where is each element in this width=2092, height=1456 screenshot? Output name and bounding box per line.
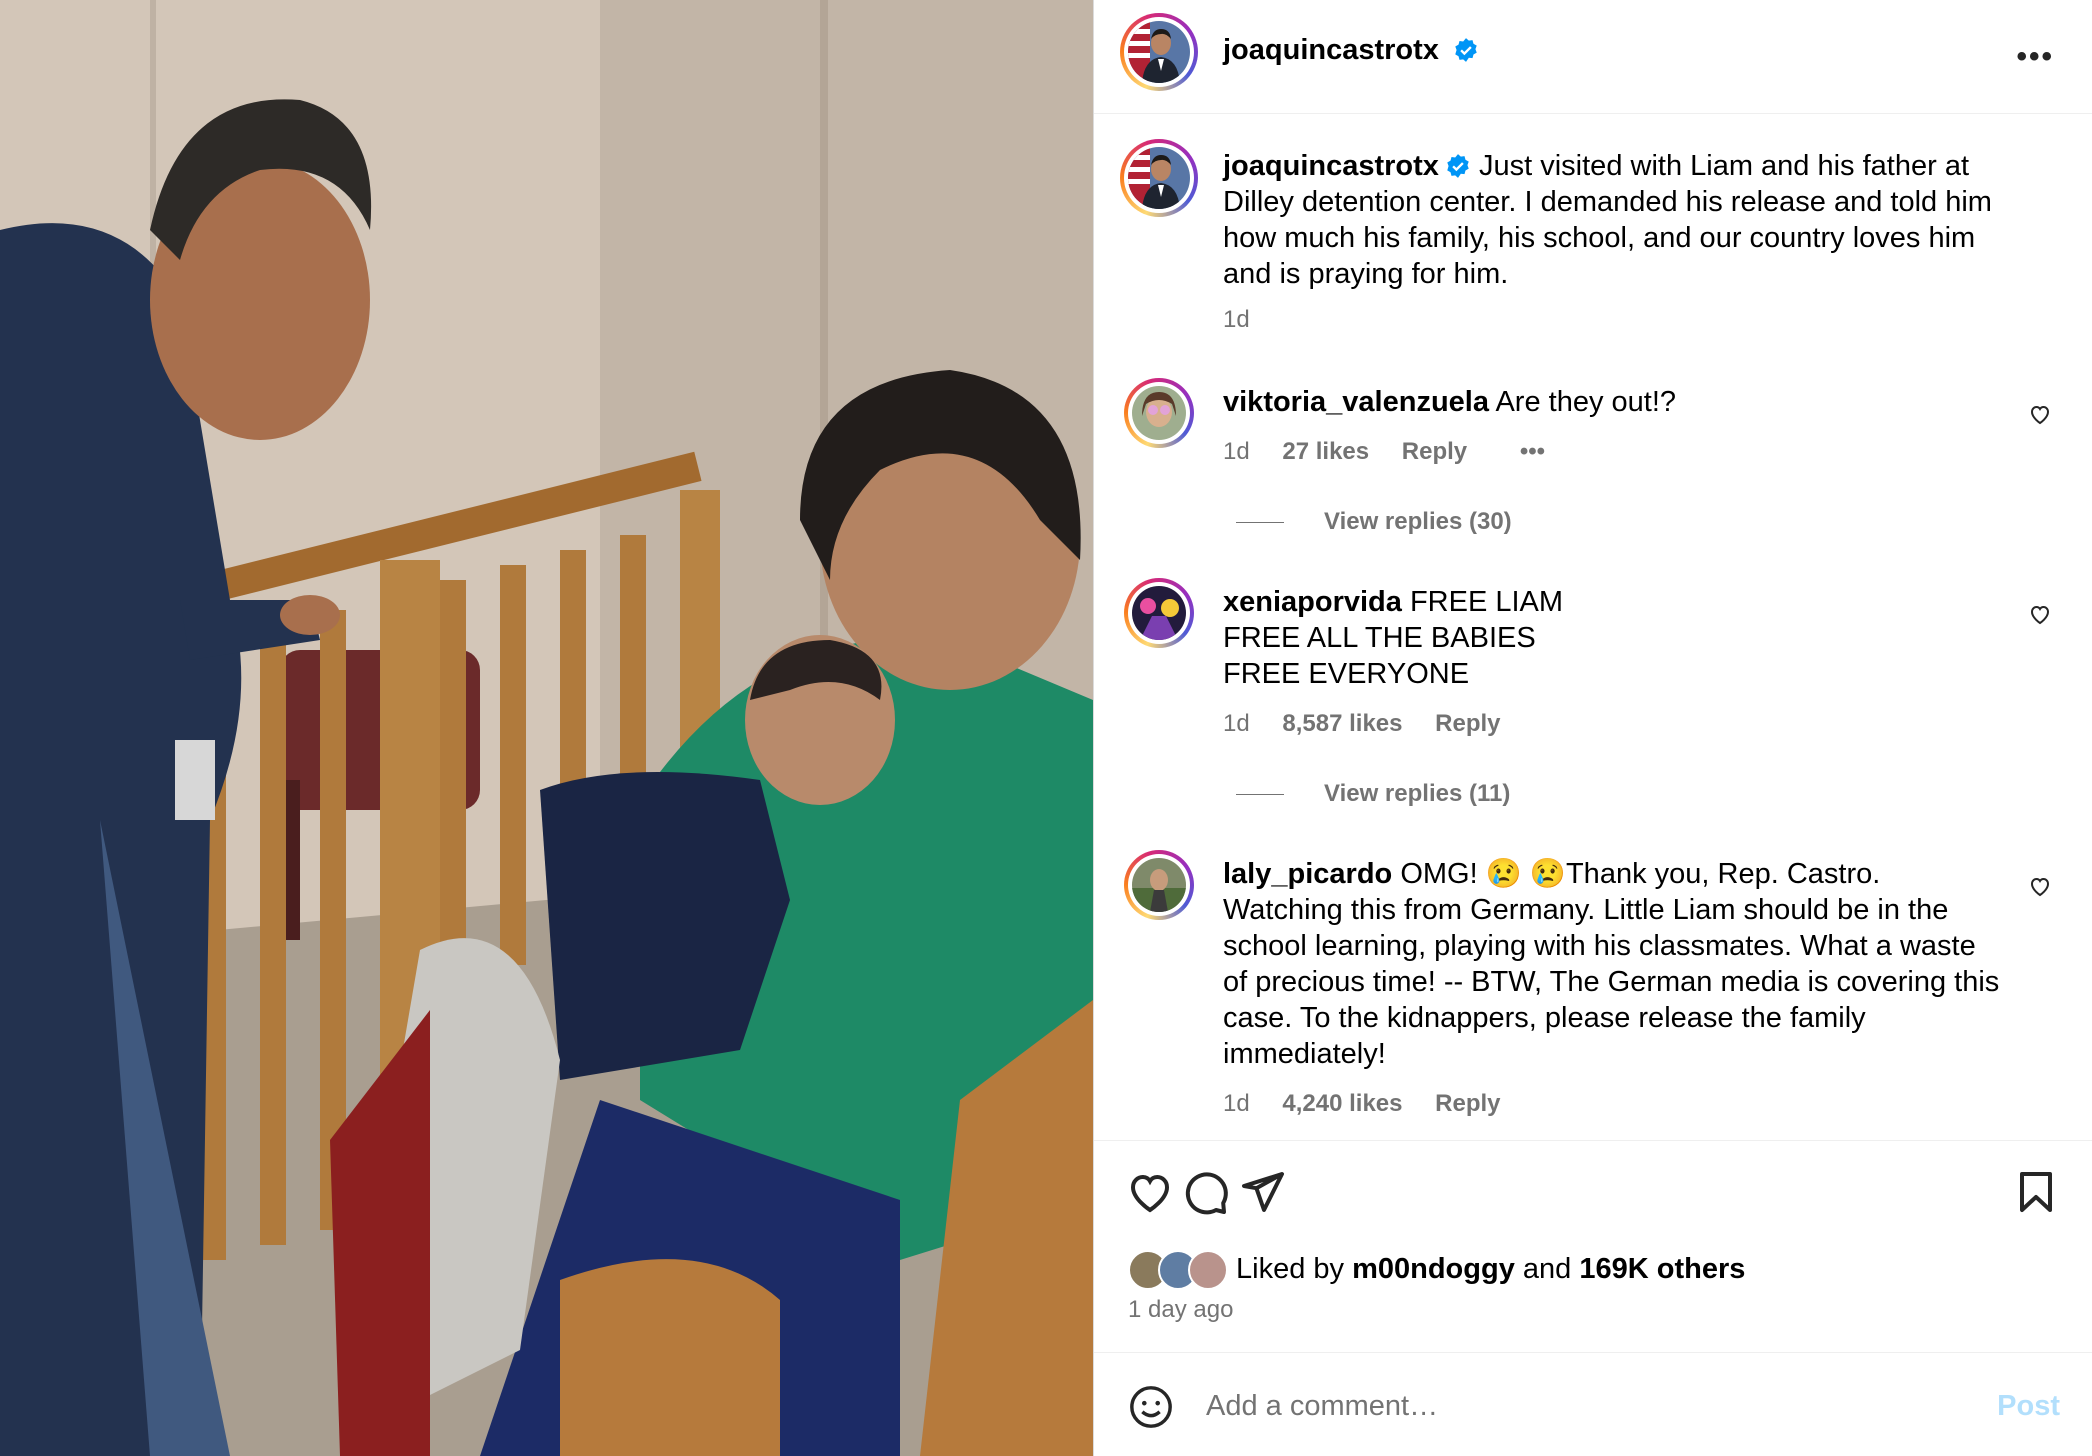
liker-avatars[interactable] <box>1128 1250 1228 1290</box>
post-sidebar: joaquincastrotx ••• joaquincastrotx Just… <box>1093 0 2092 1456</box>
comment-like-heart-icon[interactable] <box>2028 874 2052 898</box>
post-time[interactable]: 1 day ago <box>1128 1296 1233 1324</box>
liked-by-user[interactable]: m00ndoggy <box>1352 1253 1515 1285</box>
comment-avatar[interactable] <box>1124 850 1194 920</box>
replies-line <box>1236 522 1284 524</box>
post-photo[interactable] <box>0 0 1093 1456</box>
view-replies-button[interactable]: View replies (30) <box>1236 508 1512 536</box>
share-icon[interactable] <box>1238 1168 1286 1216</box>
comment-time[interactable]: 1d <box>1223 1090 1250 1117</box>
comment-meta: 1d 8,587 likes Reply <box>1223 710 1527 738</box>
comment-likes[interactable]: 27 likes <box>1282 438 1369 465</box>
caption-time[interactable]: 1d <box>1223 306 1250 333</box>
caption: joaquincastrotx Just visited with Liam a… <box>1223 148 2003 292</box>
comment-like-heart-icon[interactable] <box>2028 402 2052 426</box>
caption-username[interactable]: joaquincastrotx <box>1223 150 1439 182</box>
header-username-link[interactable]: joaquincastrotx <box>1223 34 1439 66</box>
view-replies-button[interactable]: View replies (11) <box>1236 780 1510 808</box>
comment-input[interactable]: Add a comment… <box>1206 1390 1438 1423</box>
comment-item: laly_picardo OMG! 😢 😢Thank you, Rep. Cas… <box>1223 856 2003 1072</box>
comment-username[interactable]: xeniaporvida <box>1223 586 1402 618</box>
more-icon[interactable]: ••• <box>2016 40 2054 74</box>
header-username[interactable]: joaquincastrotx <box>1223 34 1479 67</box>
comment-time[interactable]: 1d <box>1223 710 1250 737</box>
comment-username[interactable]: laly_picardo <box>1223 858 1392 890</box>
reply-button[interactable]: Reply <box>1435 710 1500 737</box>
liked-by-joiner: and <box>1522 1253 1572 1285</box>
comment-options-icon[interactable]: ••• <box>1520 438 1545 465</box>
comment-meta: 1d 27 likes Reply ••• <box>1223 438 1571 466</box>
comment-likes[interactable]: 8,587 likes <box>1282 710 1402 737</box>
profile-avatar[interactable] <box>1120 13 1198 91</box>
comment-item: viktoria_valenzuela Are they out!? <box>1223 384 2003 420</box>
liked-by-others[interactable]: 169K others <box>1579 1253 1745 1285</box>
replies-line <box>1236 794 1284 796</box>
comment-username[interactable]: viktoria_valenzuela <box>1223 386 1489 418</box>
bookmark-icon[interactable] <box>2012 1168 2060 1216</box>
emoji-icon[interactable] <box>1128 1384 1174 1430</box>
comment-text: Are they out!? <box>1495 386 1677 418</box>
reply-button[interactable]: Reply <box>1435 1090 1500 1117</box>
comment-like-heart-icon[interactable] <box>2028 602 2052 626</box>
view-replies-label[interactable]: View replies (30) <box>1324 508 1512 535</box>
liked-by-label: Liked by <box>1236 1253 1345 1285</box>
reply-button[interactable]: Reply <box>1402 438 1467 465</box>
post-comment-button[interactable]: Post <box>1997 1390 2060 1423</box>
comment-meta: 1d 4,240 likes Reply <box>1223 1090 1527 1118</box>
comment-time[interactable]: 1d <box>1223 438 1250 465</box>
comment-avatar[interactable] <box>1124 378 1194 448</box>
comment-item: xeniaporvida FREE LIAM FREE ALL THE BABI… <box>1223 584 2003 692</box>
comment-avatar[interactable] <box>1124 578 1194 648</box>
verified-badge-icon <box>1447 154 1469 178</box>
likes-summary: Liked by m00ndoggy and 169K others <box>1128 1250 1745 1290</box>
verified-badge-icon <box>1455 38 1477 62</box>
comment-icon[interactable] <box>1182 1168 1230 1216</box>
view-replies-label[interactable]: View replies (11) <box>1324 780 1510 807</box>
comment-likes[interactable]: 4,240 likes <box>1282 1090 1402 1117</box>
caption-meta: 1d <box>1223 306 1276 334</box>
heart-icon[interactable] <box>1126 1168 1174 1216</box>
caption-avatar[interactable] <box>1120 139 1198 217</box>
